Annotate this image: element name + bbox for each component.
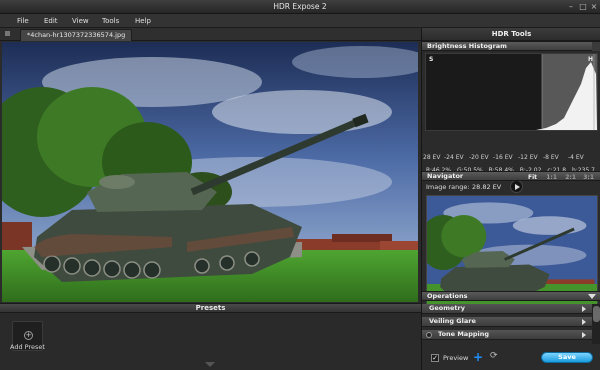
plus-icon[interactable]: + bbox=[473, 350, 483, 364]
operations-header[interactable]: Operations bbox=[422, 291, 600, 301]
menu-view[interactable]: View bbox=[72, 17, 89, 25]
brightness-histogram-header[interactable]: Brightness Histogram bbox=[422, 41, 600, 51]
preview-label: Preview bbox=[443, 354, 469, 362]
ev-tick: -20 EV bbox=[469, 154, 489, 161]
navigator-header[interactable]: Navigator Fit 1:1 2:1 3:1 bbox=[422, 171, 600, 181]
navigator-title: Navigator bbox=[427, 172, 464, 180]
menu-file[interactable]: File bbox=[17, 17, 29, 25]
ev-tick: -16 EV bbox=[493, 154, 513, 161]
minimize-icon[interactable]: – bbox=[566, 2, 576, 12]
histogram-highlight-label: H bbox=[587, 56, 593, 63]
operation-geometry[interactable]: Geometry bbox=[422, 304, 592, 314]
window-title: HDR Expose 2 bbox=[273, 2, 327, 11]
hdr-tools-header: HDR Tools bbox=[422, 28, 600, 41]
bottom-toolbar: ✓ Preview + ⟳ Save bbox=[422, 346, 600, 370]
chevron-down-icon[interactable] bbox=[588, 294, 596, 299]
ev-tick: -4 EV bbox=[568, 154, 584, 161]
chevron-right-icon bbox=[582, 306, 586, 312]
image-viewer[interactable] bbox=[2, 42, 418, 302]
histogram-shadow-label: S bbox=[429, 56, 434, 63]
ev-tick: -8 EV bbox=[543, 154, 559, 161]
maximize-icon[interactable]: □ bbox=[578, 2, 588, 12]
navigator-fit-button[interactable]: Fit bbox=[528, 173, 537, 182]
menu-edit[interactable]: Edit bbox=[44, 17, 58, 25]
ev-tick: -12 EV bbox=[518, 154, 538, 161]
image-range-value: 28.82 EV bbox=[472, 183, 502, 191]
hdr-tank-photo bbox=[2, 42, 418, 302]
hdr-tools-panel: HDR Tools Brightness Histogram S H 28 EV… bbox=[421, 28, 600, 370]
operation-veiling-glare[interactable]: Veiling Glare bbox=[422, 317, 592, 327]
operation-label: Tone Mapping bbox=[438, 330, 490, 338]
preview-checkbox[interactable]: ✓ bbox=[431, 354, 439, 362]
operation-tone-mapping[interactable]: Tone Mapping bbox=[422, 330, 592, 340]
tab-document[interactable]: *4chan-hr1307372336574.jpg bbox=[20, 29, 133, 41]
close-icon[interactable]: × bbox=[589, 2, 599, 12]
ev-scale: 28 EV -24 EV -20 EV -16 EV -12 EV -8 EV … bbox=[422, 154, 600, 163]
navigator-zoom-3-1[interactable]: 3:1 bbox=[583, 173, 594, 182]
chevron-right-icon bbox=[582, 332, 586, 338]
scrollbar-thumb[interactable] bbox=[593, 306, 600, 322]
save-button[interactable]: Save bbox=[541, 352, 593, 363]
operations-title: Operations bbox=[427, 292, 468, 300]
operations-scrollbar[interactable] bbox=[592, 304, 600, 344]
chevron-right-icon bbox=[582, 319, 586, 325]
plus-icon: + bbox=[24, 331, 33, 340]
operation-label: Veiling Glare bbox=[429, 317, 476, 325]
chevron-down-icon[interactable] bbox=[205, 362, 215, 367]
navigator-zoom-1-1[interactable]: 1:1 bbox=[546, 173, 557, 182]
toggle-icon[interactable] bbox=[426, 332, 432, 338]
histogram-title: Brightness Histogram bbox=[427, 42, 507, 50]
menu-tools[interactable]: Tools bbox=[102, 17, 119, 25]
refresh-icon[interactable]: ⟳ bbox=[490, 351, 498, 361]
title-bar: HDR Expose 2 – □ × bbox=[0, 0, 600, 14]
ev-tick: 28 EV bbox=[423, 154, 441, 161]
operation-label: Geometry bbox=[429, 304, 465, 312]
image-range-label: Image range: bbox=[426, 183, 470, 191]
menu-bar: File Edit View Tools Help bbox=[0, 14, 600, 28]
tab-pin-icon[interactable] bbox=[5, 31, 10, 36]
document-tab-strip: *4chan-hr1307372336574.jpg bbox=[0, 28, 421, 41]
menu-help[interactable]: Help bbox=[135, 17, 151, 25]
scroll-icon[interactable] bbox=[592, 42, 600, 51]
navigator-zoom-2-1[interactable]: 2:1 bbox=[565, 173, 576, 182]
play-icon[interactable] bbox=[510, 180, 523, 193]
navigator-preview-image bbox=[427, 196, 597, 306]
add-preset-label: Add Preset bbox=[10, 343, 45, 351]
histogram-plot bbox=[426, 54, 597, 130]
ev-tick: -24 EV bbox=[444, 154, 464, 161]
presets-header: Presets bbox=[0, 303, 421, 313]
histogram-graph: S H bbox=[425, 53, 598, 131]
